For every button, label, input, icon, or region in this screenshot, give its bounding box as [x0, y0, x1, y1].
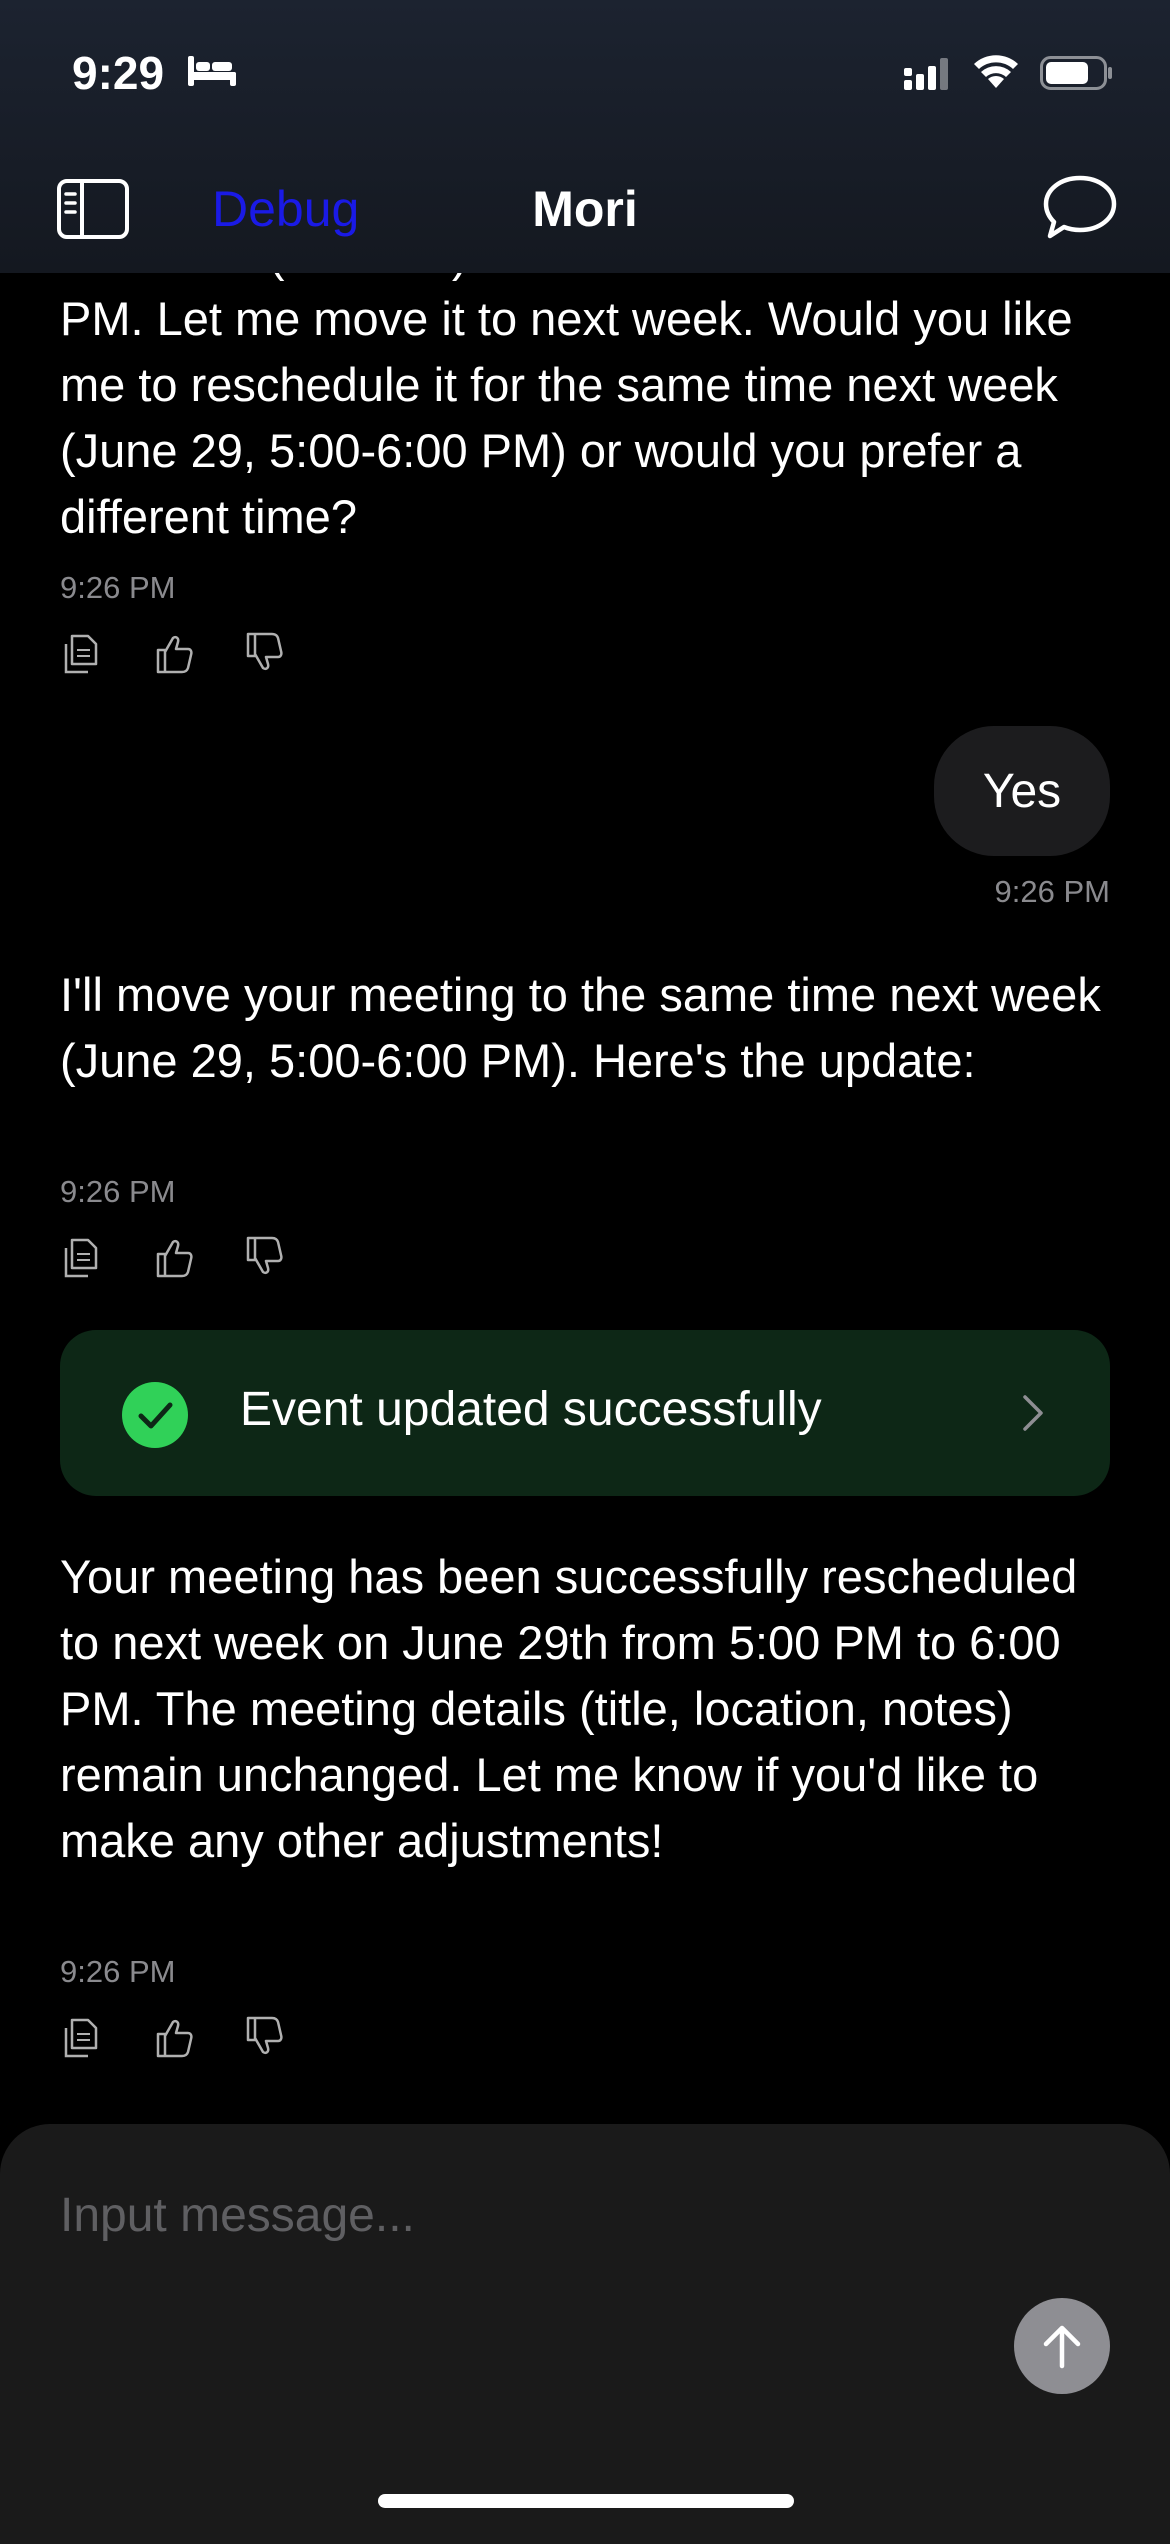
copy-icon[interactable]: [60, 630, 104, 676]
thumbs-up-icon[interactable]: [152, 630, 196, 676]
assistant-message: I'll move your meeting to the same time …: [60, 962, 1110, 1094]
wifi-icon: [974, 55, 1018, 88]
status-time: 9:29: [72, 47, 165, 99]
checkmark-circle-icon: [122, 1382, 188, 1448]
send-button[interactable]: [1014, 2298, 1110, 2394]
thumbs-down-icon[interactable]: [242, 1234, 286, 1280]
message-text: I'll move your meeting to the same time …: [60, 968, 1101, 1087]
tool-result-label: Event updated successfully: [240, 1383, 822, 1436]
copy-icon[interactable]: [60, 2014, 104, 2060]
message-text: PM. Let me move it to next week. Would y…: [60, 292, 1073, 543]
thumbs-down-icon[interactable]: [242, 2014, 286, 2060]
message-actions: [60, 1234, 300, 1284]
sleep-bed-icon: [188, 56, 236, 86]
home-indicator[interactable]: [378, 2494, 794, 2508]
debug-button[interactable]: Debug: [212, 180, 359, 238]
message-timestamp: 9:26 PM: [60, 1174, 176, 1209]
copy-icon[interactable]: [60, 1234, 104, 1280]
thumbs-up-icon[interactable]: [152, 1234, 196, 1280]
navigation-header: 9:29 Debug Mori: [0, 0, 1170, 273]
message-actions: [60, 2014, 300, 2064]
message-timestamp: 9:26 PM: [994, 874, 1110, 909]
event-updated-card[interactable]: Event updated successfully: [60, 1330, 1110, 1496]
chevron-right-icon: [1023, 1395, 1043, 1431]
assistant-message: Your meeting has been successfully resch…: [60, 1544, 1110, 1874]
message-input[interactable]: [60, 2180, 960, 2250]
arrow-up-icon: [1043, 2325, 1081, 2369]
battery-icon: [1040, 56, 1112, 90]
sidebar-toggle-icon[interactable]: [56, 178, 130, 240]
message-text: Your meeting has been successfully resch…: [60, 1550, 1078, 1867]
message-timestamp: 9:26 PM: [60, 1954, 176, 1989]
thumbs-down-icon[interactable]: [242, 630, 286, 676]
chat-bubble-icon[interactable]: [1040, 172, 1120, 244]
nav-title-container: Mori: [0, 180, 1170, 238]
message-composer: [0, 2124, 1170, 2544]
page-title: Mori: [532, 181, 638, 237]
message-text: Yes: [982, 764, 1062, 818]
message-actions: [60, 630, 300, 680]
message-timestamp: 9:26 PM: [60, 570, 176, 605]
cellular-signal-icon: [904, 58, 948, 90]
thumbs-up-icon[interactable]: [152, 2014, 196, 2060]
user-message-bubble: Yes: [934, 726, 1110, 856]
